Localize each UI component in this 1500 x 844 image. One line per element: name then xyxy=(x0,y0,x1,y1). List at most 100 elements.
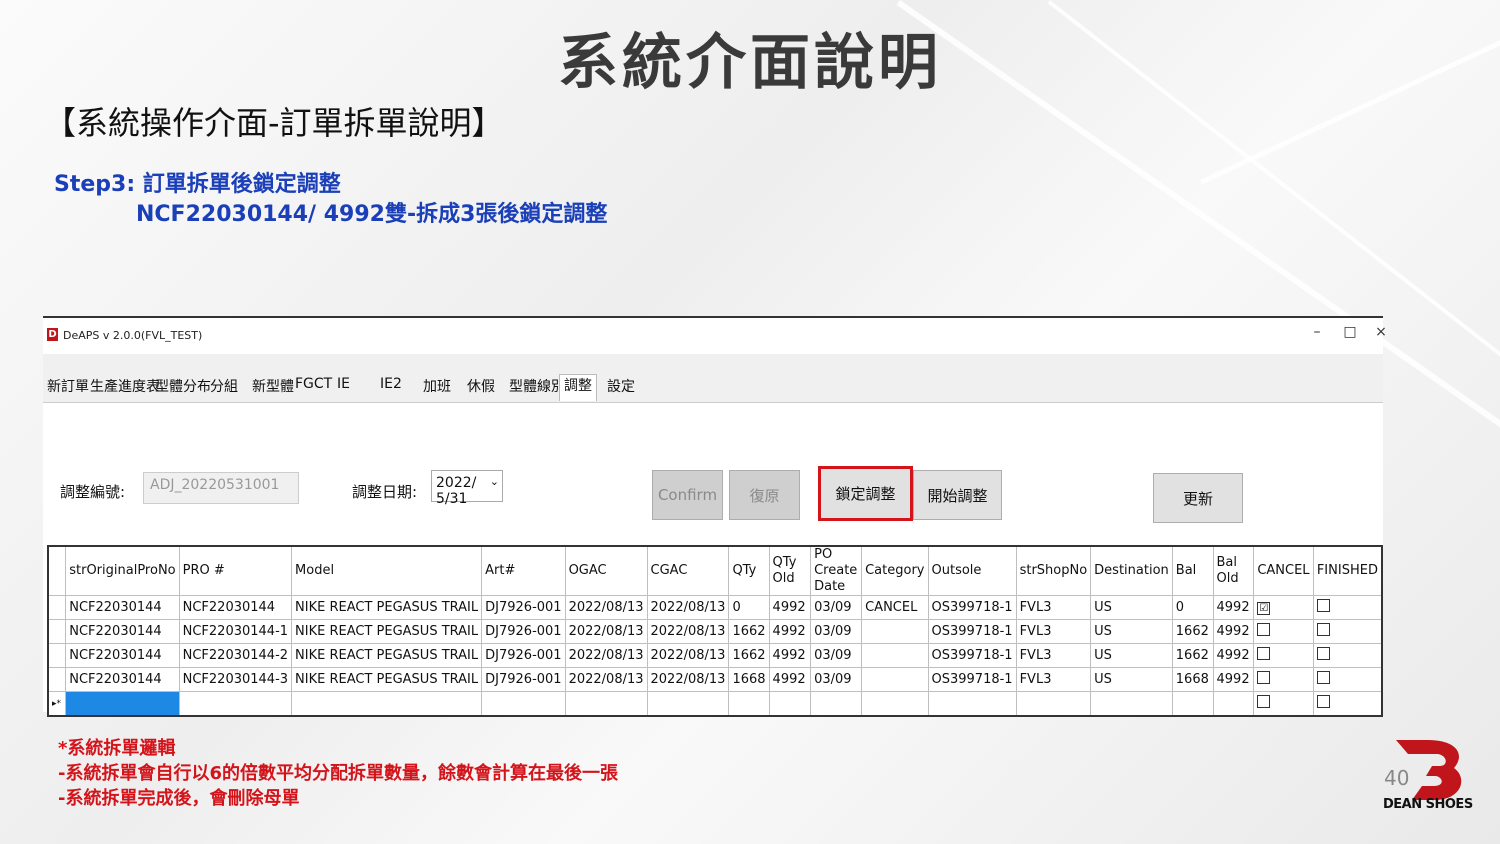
grid-cell[interactable] xyxy=(291,691,483,717)
grid-cell[interactable]: NCF22030144-1 xyxy=(178,619,293,644)
grid-cell[interactable]: DJ7926-001 xyxy=(481,619,566,644)
grid-cell[interactable] xyxy=(768,691,812,717)
grid-cell[interactable] xyxy=(861,691,929,717)
refresh-button[interactable]: 更新 xyxy=(1153,473,1243,523)
tab-fgct[interactable]: FGCT xyxy=(295,376,332,392)
grid-cell[interactable]: 0 xyxy=(728,595,770,620)
row-header[interactable] xyxy=(47,643,67,668)
grid-cell[interactable] xyxy=(861,667,929,692)
grid-cell[interactable]: 1662 xyxy=(1171,619,1214,644)
cancel-checkbox[interactable]: ☑ xyxy=(1257,602,1271,615)
grid-cell[interactable]: FVL3 xyxy=(1015,595,1092,620)
column-header[interactable]: QTy xyxy=(728,545,770,596)
grid-cell[interactable]: FVL3 xyxy=(1015,667,1092,692)
row-header[interactable] xyxy=(47,619,67,644)
maximize-button[interactable]: □ xyxy=(1340,324,1360,340)
tab-new-order[interactable]: 新訂單 xyxy=(47,376,89,396)
cancel-checkbox[interactable] xyxy=(1257,671,1271,684)
finished-checkbox[interactable] xyxy=(1316,623,1330,636)
start-adjust-button[interactable]: 開始調整 xyxy=(913,470,1002,520)
tab-settings[interactable]: 設定 xyxy=(607,376,635,396)
tab-leave[interactable]: 休假 xyxy=(467,376,495,396)
grid-cell[interactable]: 1668 xyxy=(1171,667,1214,692)
grid-cell[interactable]: 03/09 xyxy=(810,643,863,668)
grid-cell[interactable]: OS399718-1 xyxy=(927,667,1017,692)
grid-cell[interactable]: 03/09 xyxy=(810,595,863,620)
grid-cell[interactable] xyxy=(646,691,730,717)
grid-cell[interactable] xyxy=(1212,691,1255,717)
grid-cell[interactable]: FVL3 xyxy=(1015,643,1092,668)
grid-cell[interactable]: US xyxy=(1090,619,1173,644)
table-row[interactable]: NCF22030144 NCF22030144-3 NIKE REACT PEGAS… xyxy=(47,667,1383,692)
finished-checkbox[interactable] xyxy=(1316,671,1330,684)
column-header[interactable]: CGAC xyxy=(646,545,730,596)
grid-cell[interactable]: OS399718-1 xyxy=(927,595,1017,620)
column-header[interactable]: CANCEL xyxy=(1253,545,1314,596)
grid-cell[interactable]: NCF22030144 xyxy=(178,595,293,620)
grid-cell[interactable]: 1662 xyxy=(728,643,770,668)
grid-cell[interactable]: NCF22030144 xyxy=(65,595,180,620)
grid-cell[interactable]: 4992 xyxy=(1212,619,1255,644)
column-header[interactable]: strShopNo xyxy=(1015,545,1092,596)
column-header[interactable]: PRO # xyxy=(178,545,293,596)
empty-checkbox[interactable] xyxy=(1257,695,1271,708)
grid-cell[interactable] xyxy=(810,691,863,717)
grid-cell[interactable]: NIKE REACT PEGASUS TRAIL xyxy=(291,619,483,644)
grid-cell[interactable]: NCF22030144-2 xyxy=(178,643,293,668)
chevron-down-icon[interactable]: ⌄ xyxy=(490,475,499,488)
grid-cell[interactable]: 2022/08/13 xyxy=(564,595,648,620)
grid-cell[interactable]: 4992 xyxy=(768,619,812,644)
grid-cell[interactable]: 2022/08/13 xyxy=(646,667,730,692)
grid-cell[interactable]: DJ7926-001 xyxy=(481,595,566,620)
grid-cell[interactable]: NCF22030144 xyxy=(65,667,180,692)
grid-cell[interactable]: 4992 xyxy=(768,643,812,668)
grid-cell[interactable]: 03/09 xyxy=(810,619,863,644)
table-row[interactable]: NCF22030144 NCF22030144-1 NIKE REACT PEGAS… xyxy=(47,619,1383,644)
adjust-date-picker[interactable]: 2022/ 5/31 ⌄ xyxy=(431,470,503,507)
confirm-button[interactable]: Confirm xyxy=(652,470,723,520)
grid-cell[interactable]: 1662 xyxy=(1171,643,1214,668)
grid-cell[interactable]: 2022/08/13 xyxy=(564,643,648,668)
grid-cell[interactable]: OS399718-1 xyxy=(927,643,1017,668)
grid-cell[interactable]: 4992 xyxy=(1212,595,1255,620)
finished-checkbox[interactable] xyxy=(1316,647,1330,660)
column-header[interactable]: Model xyxy=(291,545,483,596)
grid-cell[interactable]: 2022/08/13 xyxy=(646,619,730,644)
grid-cell[interactable]: NIKE REACT PEGASUS TRAIL xyxy=(291,595,483,620)
tab-production-progress[interactable]: 生產進度表 xyxy=(90,376,160,396)
grid-cell[interactable] xyxy=(564,691,648,717)
grid-cell[interactable]: 0 xyxy=(1171,595,1214,620)
grid-cell[interactable]: OS399718-1 xyxy=(927,619,1017,644)
tab-ie2[interactable]: IE2 xyxy=(380,376,402,392)
grid-cell[interactable]: 1662 xyxy=(728,619,770,644)
grid-cell[interactable]: 2022/08/13 xyxy=(646,643,730,668)
minimize-button[interactable]: – xyxy=(1307,324,1327,340)
column-header[interactable]: Bal xyxy=(1171,545,1214,596)
tab-overtime[interactable]: 加班 xyxy=(423,376,451,396)
grid-cell[interactable]: 4992 xyxy=(768,595,812,620)
adjust-no-field[interactable]: ADJ_20220531001 xyxy=(143,472,299,504)
grid-cell[interactable] xyxy=(1015,691,1092,717)
tab-grouping[interactable]: 分組 xyxy=(210,376,238,396)
grid-cell[interactable] xyxy=(65,691,180,717)
tab-adjust[interactable]: 調整 xyxy=(559,374,597,401)
row-header[interactable] xyxy=(47,595,67,620)
column-header[interactable]: Outsole xyxy=(927,545,1017,596)
grid-cell[interactable]: 4992 xyxy=(768,667,812,692)
grid-cell[interactable]: NCF22030144 xyxy=(65,643,180,668)
grid-cell[interactable] xyxy=(728,691,770,717)
grid-cell[interactable]: DJ7926-001 xyxy=(481,643,566,668)
grid-cell[interactable]: 2022/08/13 xyxy=(564,667,648,692)
grid-cell[interactable]: 1668 xyxy=(728,667,770,692)
grid-cell[interactable]: 03/09 xyxy=(810,667,863,692)
table-row[interactable]: NCF22030144 NCF22030144-2 NIKE REACT PEGAS… xyxy=(47,643,1383,668)
grid-cell[interactable] xyxy=(1171,691,1214,717)
grid-cell[interactable]: US xyxy=(1090,667,1173,692)
grid-cell[interactable]: 4992 xyxy=(1212,643,1255,668)
grid-cell[interactable] xyxy=(481,691,566,717)
column-header[interactable]: Category xyxy=(861,545,929,596)
grid-cell[interactable] xyxy=(927,691,1017,717)
column-header[interactable]: OGAC xyxy=(564,545,648,596)
grid-cell[interactable] xyxy=(861,643,929,668)
cancel-checkbox[interactable] xyxy=(1257,623,1271,636)
